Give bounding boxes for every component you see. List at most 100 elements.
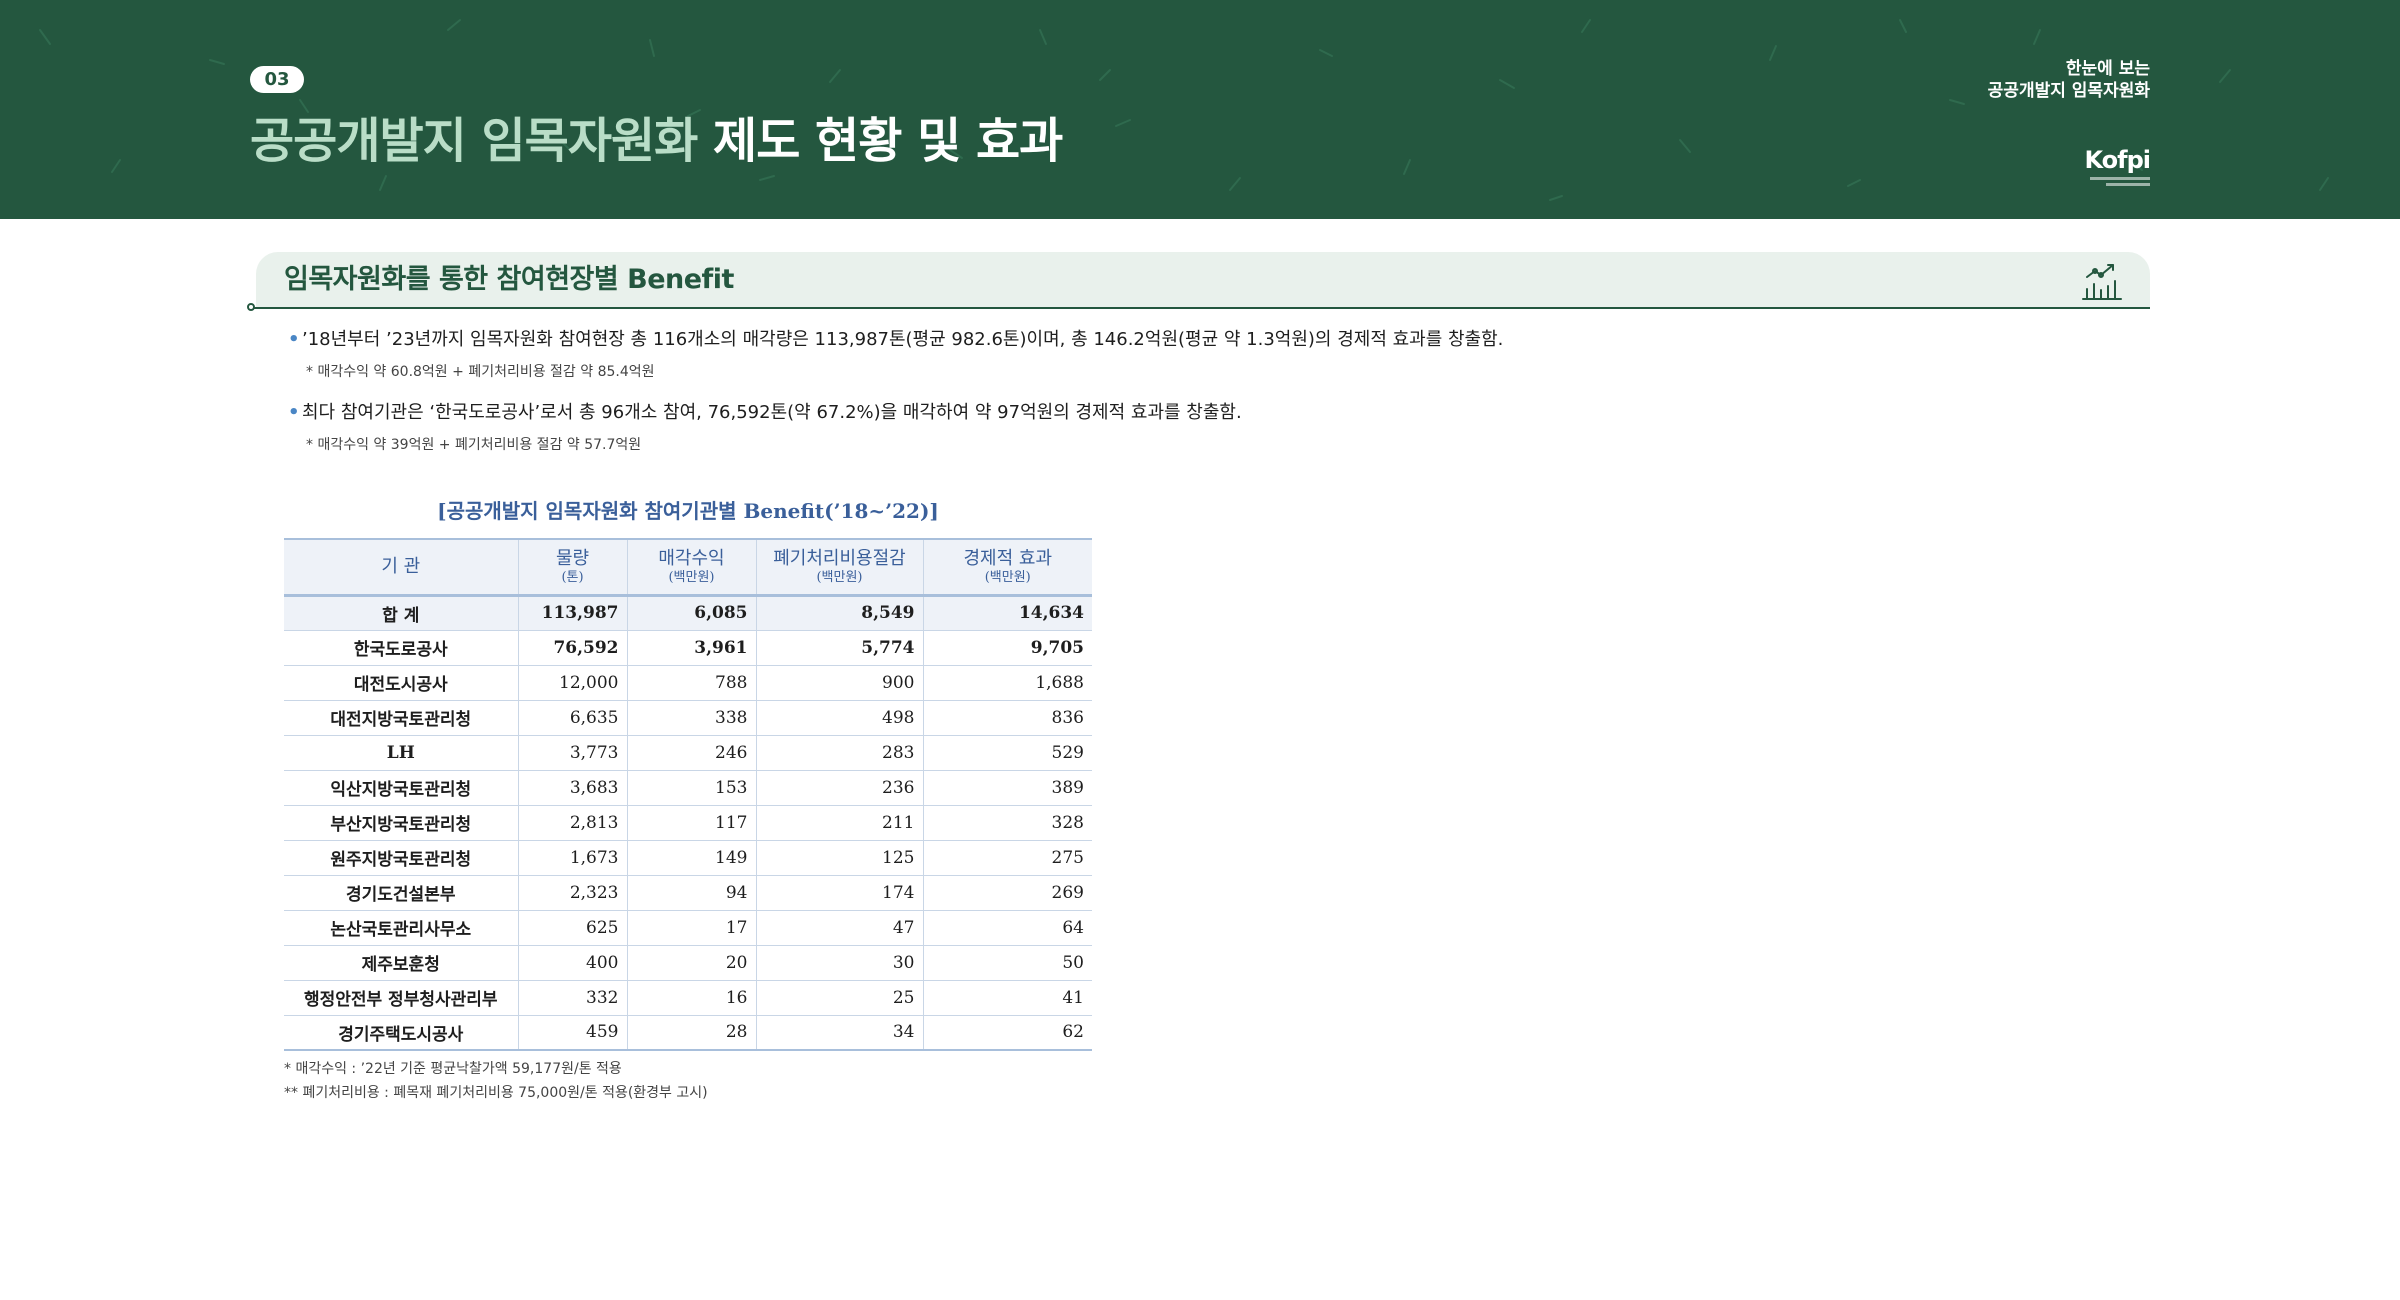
table-cell-value: 62 [922, 1015, 1092, 1051]
brand-caption: 한눈에 보는 공공개발지 임목자원화 [1988, 58, 2150, 102]
page-header: 03 공공개발지 임목자원화 제도 현황 및 효과 한눈에 보는 공공개발지 임… [0, 0, 2400, 219]
bullet-dot-icon: • [288, 329, 300, 350]
table-row: 논산국토관리사무소 625 17 47 64 [284, 910, 1092, 946]
table-cell-org: 경기주택도시공사 [284, 1015, 518, 1051]
table-cell-value: 125 [755, 840, 923, 876]
table-cell-value: 283 [755, 735, 923, 771]
summary-bullet-text: 최다 참여기관은 ‘한국도로공사’로서 총 96개소 참여, 76,592톤(약… [302, 402, 1242, 423]
table-cell-value: 338 [626, 700, 756, 736]
table-cell-value: 16 [626, 980, 756, 1016]
table-row: 부산지방국토관리청 2,813 117 211 328 [284, 805, 1092, 841]
table-cell-value: 3,683 [517, 770, 627, 806]
table-row: 한국도로공사 76,592 3,961 5,774 9,705 [284, 630, 1092, 666]
table-cell-value: 400 [517, 945, 627, 981]
summary-bullet-text: ’18년부터 ’23년까지 임목자원화 참여현장 총 116개소의 매각량은 1… [302, 329, 1504, 350]
benefit-table: 기 관 물량 (톤) 매각수익 (백만원) 폐기처리비용절감 (백만원) 경제적 효과 (백만원… [284, 538, 1092, 1051]
column-header: 경제적 효과 (백만원) [922, 538, 1092, 597]
table-header: 기 관 물량 (톤) 매각수익 (백만원) 폐기처리비용절감 (백만원) 경제적 효과 (백만원… [284, 538, 1092, 597]
table-header-row: 기 관 물량 (톤) 매각수익 (백만원) 폐기처리비용절감 (백만원) 경제적 효과 (백만원… [284, 538, 1092, 597]
column-header: 기 관 [284, 538, 518, 597]
table-cell-org: 대전도시공사 [284, 665, 518, 701]
table-row: LH 3,773 246 283 529 [284, 735, 1092, 771]
table-row: 대전지방국토관리청 6,635 338 498 836 [284, 700, 1092, 736]
table-row: 행정안전부 정부청사관리부 332 16 25 41 [284, 980, 1092, 1016]
bullet-dot-icon: • [288, 402, 300, 423]
table-cell-value: 34 [755, 1015, 923, 1051]
table-cell-value: 2,323 [517, 875, 627, 911]
table-row: 대전도시공사 12,000 788 900 1,688 [284, 665, 1092, 701]
table-cell-value: 625 [517, 910, 627, 946]
table-cell-value: 389 [922, 770, 1092, 806]
table-cell-value: 269 [922, 875, 1092, 911]
table-cell-org: 제주보훈청 [284, 945, 518, 981]
footnote: ** 폐기처리비용 : 폐목재 폐기처리비용 75,000원/톤 적용(환경부 … [284, 1085, 708, 1101]
table-cell-value: 153 [626, 770, 756, 806]
table-cell-value: 246 [626, 735, 756, 771]
table-cell-value: 25 [755, 980, 923, 1016]
table-cell-value: 64 [922, 910, 1092, 946]
column-header: 폐기처리비용절감 (백만원) [755, 538, 923, 597]
summary-bullet: • 최다 참여기관은 ‘한국도로공사’로서 총 96개소 참여, 76,592톤(… [288, 400, 1242, 426]
table-cell-value: 6,635 [517, 700, 627, 736]
table-cell-value: 2,813 [517, 805, 627, 841]
summary-note: * 매각수익 약 39억원 + 폐기처리비용 절감 약 57.7억원 [306, 437, 642, 453]
table-row: 경기주택도시공사 459 28 34 62 [284, 1015, 1092, 1051]
column-header-label: 매각수익 [658, 547, 725, 569]
table-row: 익산지방국토관리청 3,683 153 236 389 [284, 770, 1092, 806]
table-cell-value: 8,549 [755, 595, 923, 631]
column-header-unit: (백만원) [984, 569, 1031, 585]
table-body: 합 계 113,987 6,085 8,549 14,634 한국도로공사 76,592 3,… [284, 595, 1092, 1051]
section-divider-dot [247, 303, 255, 311]
table-cell-value: 332 [517, 980, 627, 1016]
table-cell-org: 한국도로공사 [284, 630, 518, 666]
page-title: 공공개발지 임목자원화 제도 현황 및 효과 [250, 106, 1063, 176]
table-cell-value: 14,634 [922, 595, 1092, 631]
table-cell-value: 113,987 [517, 595, 627, 631]
table-row: 경기도건설본부 2,323 94 174 269 [284, 875, 1092, 911]
summary-bullet: • ’18년부터 ’23년까지 임목자원화 참여현장 총 116개소의 매각량은 … [288, 327, 1503, 353]
table-cell-value: 41 [922, 980, 1092, 1016]
table-cell-value: 5,774 [755, 630, 923, 666]
table-cell-value: 28 [626, 1015, 756, 1051]
table-cell-org: 논산국토관리사무소 [284, 910, 518, 946]
table-cell-value: 12,000 [517, 665, 627, 701]
table-cell-value: 117 [626, 805, 756, 841]
table-cell-value: 30 [755, 945, 923, 981]
growth-chart-icon [2082, 264, 2122, 300]
section-heading: 임목자원화를 통한 참여현장별 Benefit [284, 264, 734, 295]
table-cell-value: 1,688 [922, 665, 1092, 701]
table-cell-org: LH [284, 735, 518, 771]
table-cell-value: 50 [922, 945, 1092, 981]
logo-subtext-line [2090, 177, 2150, 180]
column-header-unit: (백만원) [816, 569, 863, 585]
table-row: 제주보훈청 400 20 30 50 [284, 945, 1092, 981]
table-cell-value: 900 [755, 665, 923, 701]
column-header-label: 물량 [555, 547, 590, 569]
logo-subtext-line [2106, 183, 2150, 186]
table-cell-value: 174 [755, 875, 923, 911]
brand-caption-line1: 한눈에 보는 [2065, 59, 2150, 79]
table-cell-value: 3,773 [517, 735, 627, 771]
column-header-unit: (백만원) [668, 569, 715, 585]
column-header-label: 경제적 효과 [963, 547, 1053, 569]
table-cell-value: 47 [755, 910, 923, 946]
table-cell-org: 합 계 [284, 595, 518, 631]
logo-text: Kofpi [2084, 146, 2151, 174]
page-title-strong: 제도 현황 및 효과 [713, 113, 1063, 169]
table-cell-org: 경기도건설본부 [284, 875, 518, 911]
table-cell-value: 20 [626, 945, 756, 981]
table-cell-value: 788 [626, 665, 756, 701]
summary-note: * 매각수익 약 60.8억원 + 폐기처리비용 절감 약 85.4억원 [306, 364, 655, 380]
page-title-light: 공공개발지 임목자원화 [250, 113, 698, 169]
table-cell-value: 236 [755, 770, 923, 806]
table-row: 원주지방국토관리청 1,673 149 125 275 [284, 840, 1092, 876]
table-cell-value: 149 [626, 840, 756, 876]
column-header-label: 기 관 [381, 555, 421, 577]
section-number-badge: 03 [250, 66, 304, 93]
table-cell-org: 대전지방국토관리청 [284, 700, 518, 736]
table-cell-org: 부산지방국토관리청 [284, 805, 518, 841]
table-cell-value: 6,085 [626, 595, 756, 631]
table-cell-org: 익산지방국토관리청 [284, 770, 518, 806]
table-total-row: 합 계 113,987 6,085 8,549 14,634 [284, 595, 1092, 631]
table-cell-value: 529 [922, 735, 1092, 771]
